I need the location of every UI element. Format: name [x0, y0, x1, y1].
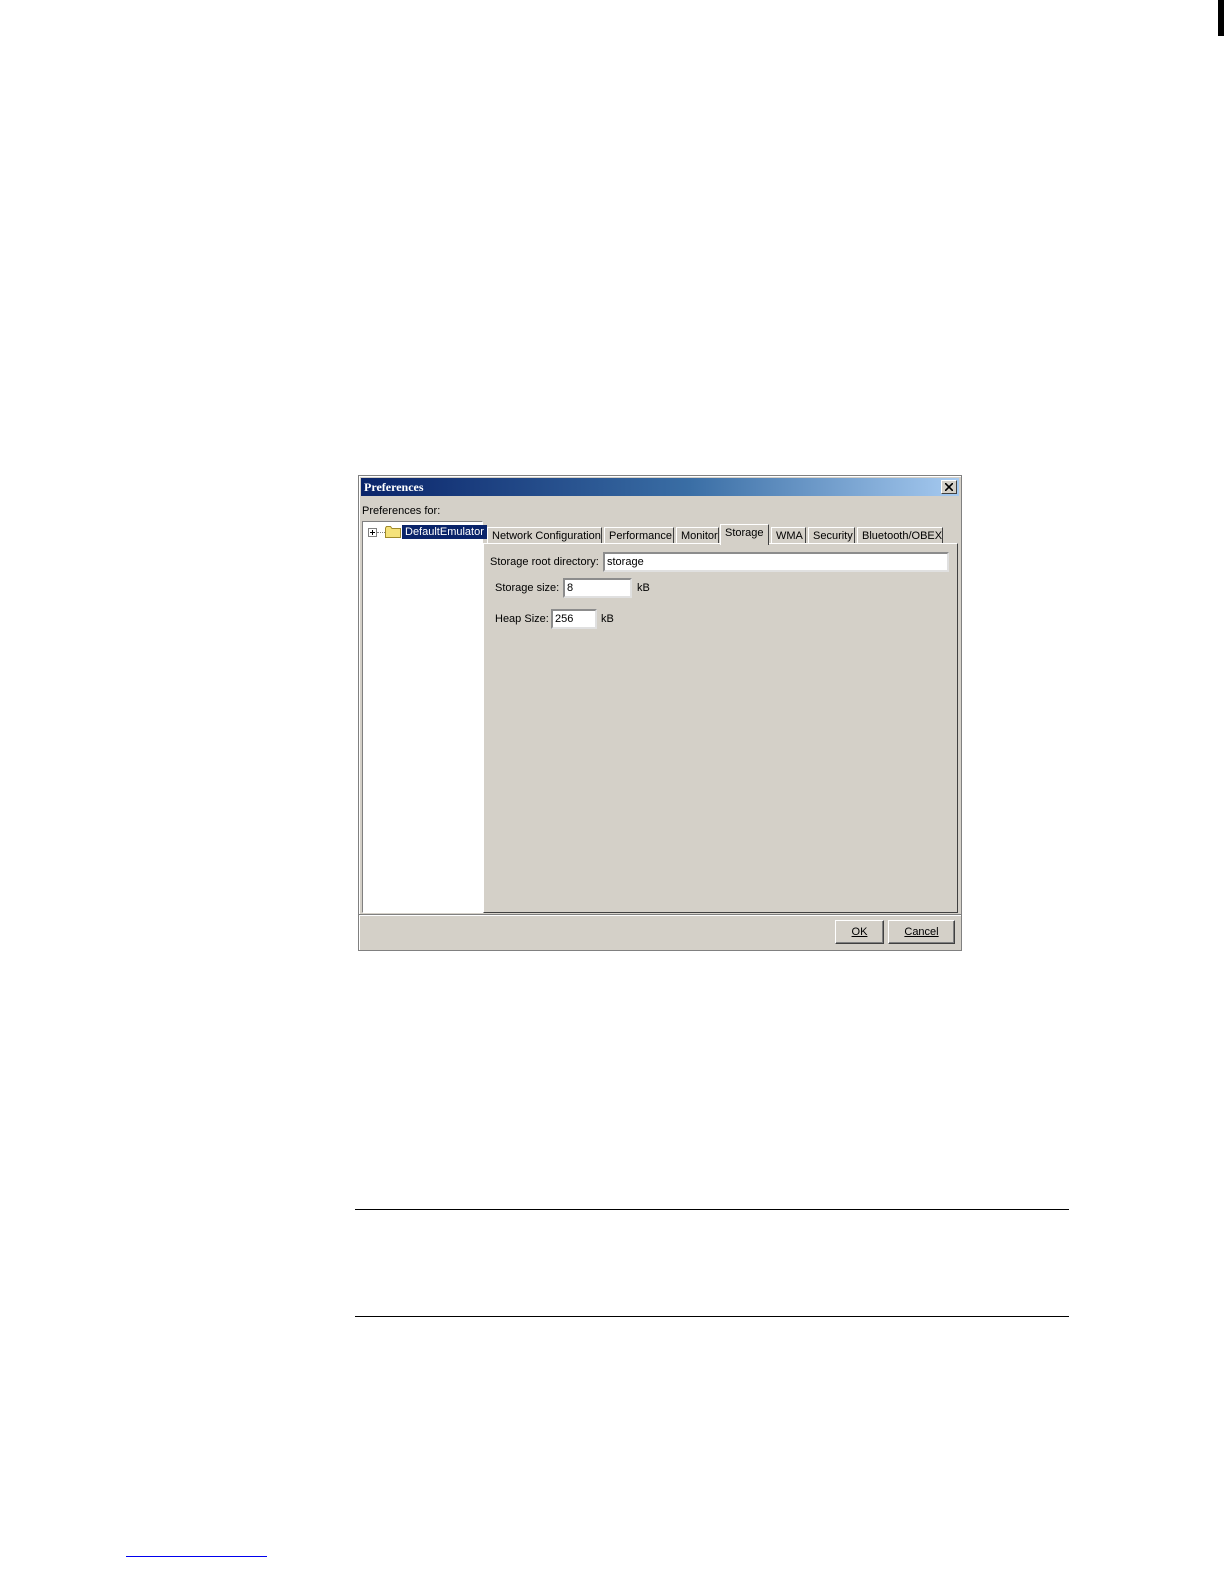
storage-size-input[interactable] — [563, 578, 632, 598]
ok-button[interactable]: OK — [835, 920, 884, 944]
tab-wma[interactable]: WMA — [771, 527, 806, 544]
tab-performance[interactable]: Performance — [604, 527, 674, 544]
tab-storage[interactable]: Storage — [720, 524, 769, 545]
footer-link-underline — [126, 1556, 267, 1557]
tree-connector — [377, 532, 385, 533]
tab-bluetooth-obex[interactable]: Bluetooth/OBEX — [857, 527, 943, 544]
top-rule — [355, 1209, 1069, 1210]
heap-size-unit: kB — [601, 613, 614, 625]
cancel-button[interactable]: Cancel — [888, 920, 955, 944]
close-button[interactable] — [941, 480, 957, 494]
title-bar[interactable]: Preferences — [361, 478, 959, 496]
preferences-dialog: Preferences Preferences for: DefaultEmul… — [358, 475, 962, 951]
folder-icon — [385, 526, 401, 538]
tab-monitor[interactable]: Monitor — [676, 527, 719, 544]
bottom-rule — [355, 1316, 1069, 1317]
storage-root-input[interactable] — [603, 552, 949, 572]
storage-panel: Storage root directory: Storage size: kB… — [483, 543, 958, 913]
preferences-tree: DefaultEmulator — [362, 521, 487, 913]
tab-network-configuration[interactable]: Network Configuration — [487, 527, 602, 544]
page-edge-mark — [1218, 0, 1224, 36]
dialog-title: Preferences — [364, 480, 424, 494]
footer-separator — [359, 914, 961, 916]
tree-node-default-emulator[interactable]: DefaultEmulator — [402, 525, 487, 539]
heap-size-label: Heap Size: — [495, 613, 549, 625]
expand-plus-icon[interactable] — [368, 528, 377, 537]
storage-root-label: Storage root directory: — [490, 556, 599, 568]
heap-size-input[interactable] — [551, 609, 597, 629]
tab-security[interactable]: Security — [808, 527, 855, 544]
preferences-for-label: Preferences for: — [362, 505, 441, 517]
storage-size-label: Storage size: — [495, 582, 560, 594]
storage-size-unit: kB — [637, 582, 650, 594]
close-icon — [945, 483, 953, 491]
